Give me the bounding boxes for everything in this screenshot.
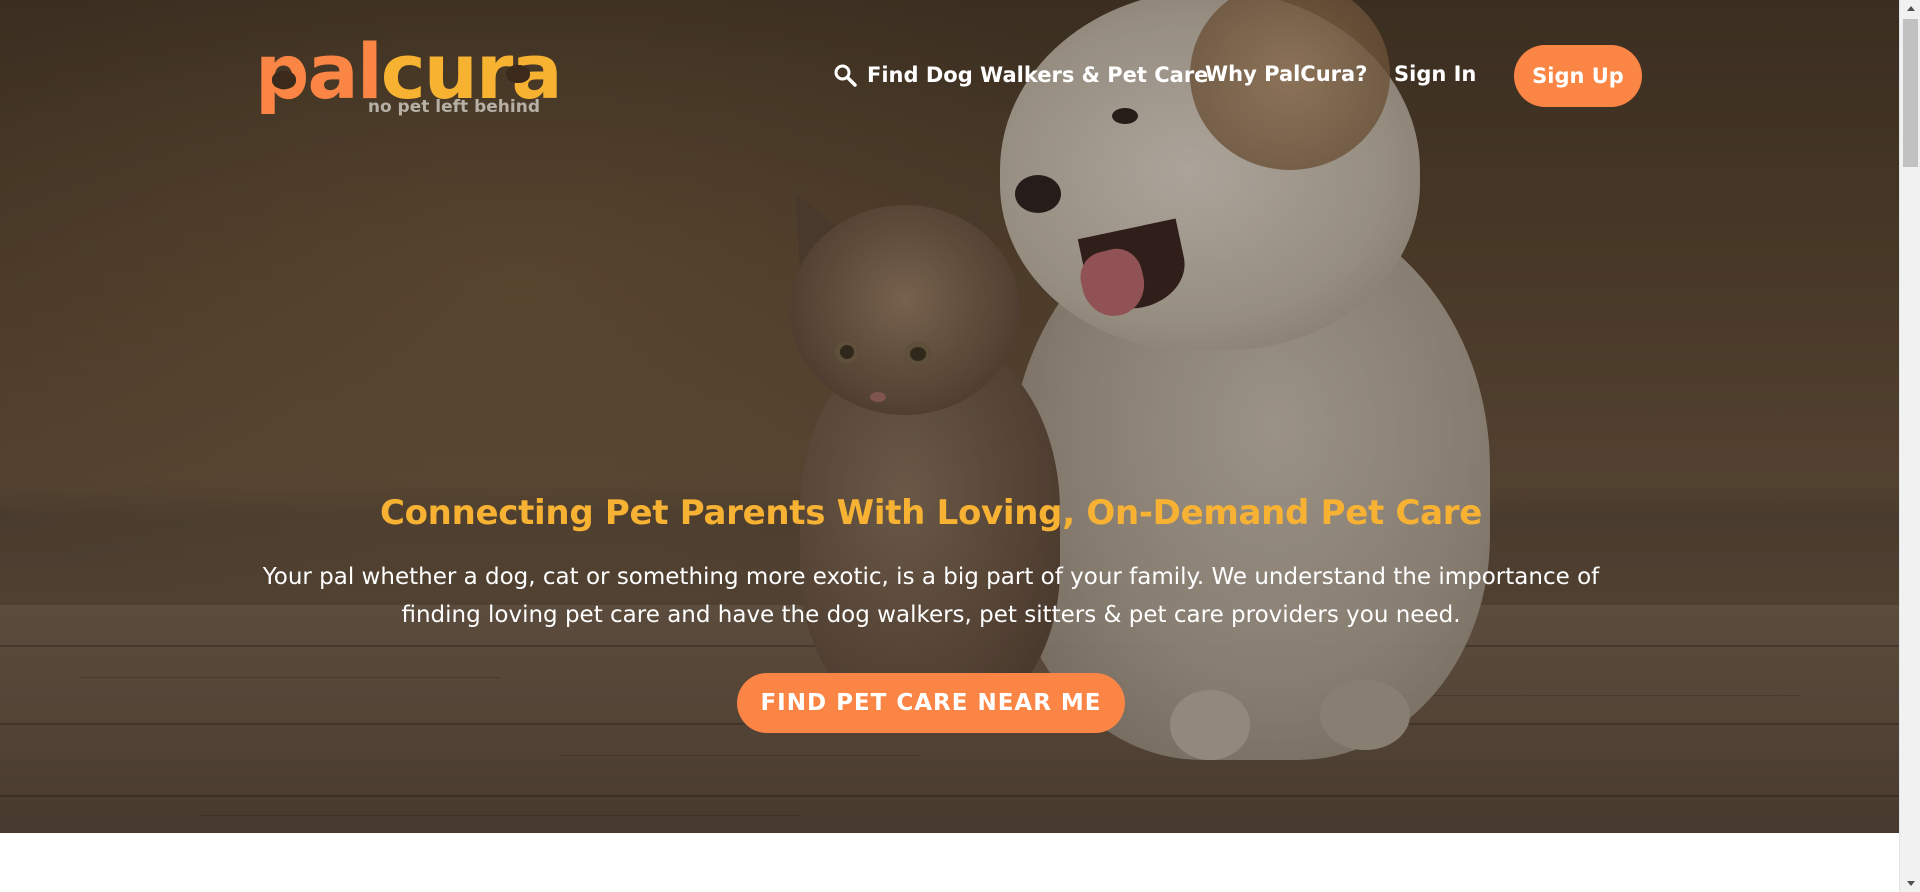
palcura-logo[interactable]: palcura no pet left behind (255, 34, 563, 124)
sign-up-button[interactable]: Sign Up (1514, 45, 1642, 107)
logo-cat-face-icon (506, 65, 530, 83)
logo-dog-face-icon (272, 71, 296, 89)
scroll-up-arrow-icon[interactable] (1900, 0, 1920, 17)
nav-why-palcura[interactable]: Why PalCura? (1205, 62, 1367, 86)
logo-pal-text: pal (255, 27, 383, 116)
hero-subcopy: Your pal whether a dog, cat or something… (262, 564, 1600, 628)
logo-tagline: no pet left behind (367, 97, 540, 117)
nav-find-dog-walkers[interactable]: Find Dog Walkers & Pet Care (833, 63, 1208, 87)
hero-section: palcura no pet left behind Find Dog Walk… (0, 0, 1899, 833)
scroll-down-arrow-icon[interactable] (1900, 875, 1920, 892)
page-scrollbar[interactable] (1899, 0, 1920, 892)
nav-sign-in[interactable]: Sign In (1394, 62, 1476, 86)
page-viewport: palcura no pet left behind Find Dog Walk… (0, 0, 1899, 892)
scrollbar-thumb[interactable] (1903, 19, 1918, 167)
nav-find-label: Find Dog Walkers & Pet Care (867, 63, 1209, 87)
find-pet-care-near-me-button[interactable]: FIND PET CARE NEAR ME (737, 673, 1125, 733)
hero-headline: Connecting Pet Parents With Loving, On-D… (379, 493, 1483, 533)
search-icon (834, 64, 857, 87)
